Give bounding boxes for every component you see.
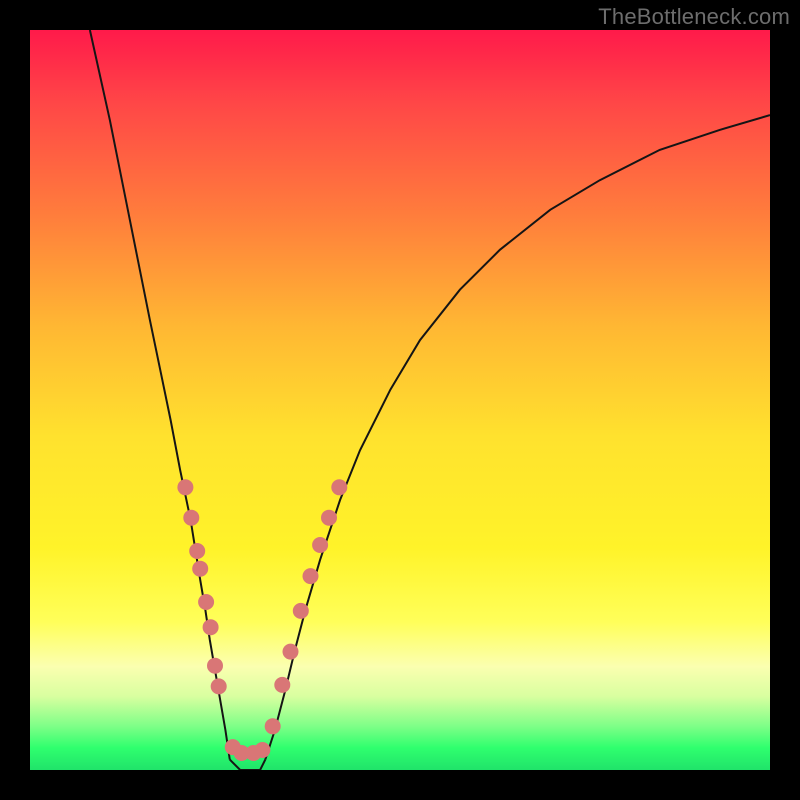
data-marker [189, 543, 205, 559]
data-marker [321, 510, 337, 526]
data-marker [265, 718, 281, 734]
curve-left-branch [90, 30, 230, 760]
chart-svg [30, 30, 770, 770]
curve-valley-floor [230, 760, 265, 770]
data-marker [211, 678, 227, 694]
data-marker [192, 561, 208, 577]
data-marker [198, 594, 214, 610]
watermark-text: TheBottleneck.com [598, 4, 790, 30]
data-marker [274, 677, 290, 693]
chart-frame [30, 30, 770, 770]
data-marker [177, 479, 193, 495]
data-marker [312, 537, 328, 553]
data-marker [303, 568, 319, 584]
data-marker [254, 742, 270, 758]
marker-group [177, 479, 347, 761]
data-marker [203, 619, 219, 635]
data-marker [331, 479, 347, 495]
data-marker [183, 510, 199, 526]
data-marker [283, 644, 299, 660]
curve-right-branch [265, 115, 770, 760]
data-marker [207, 658, 223, 674]
data-marker [293, 603, 309, 619]
